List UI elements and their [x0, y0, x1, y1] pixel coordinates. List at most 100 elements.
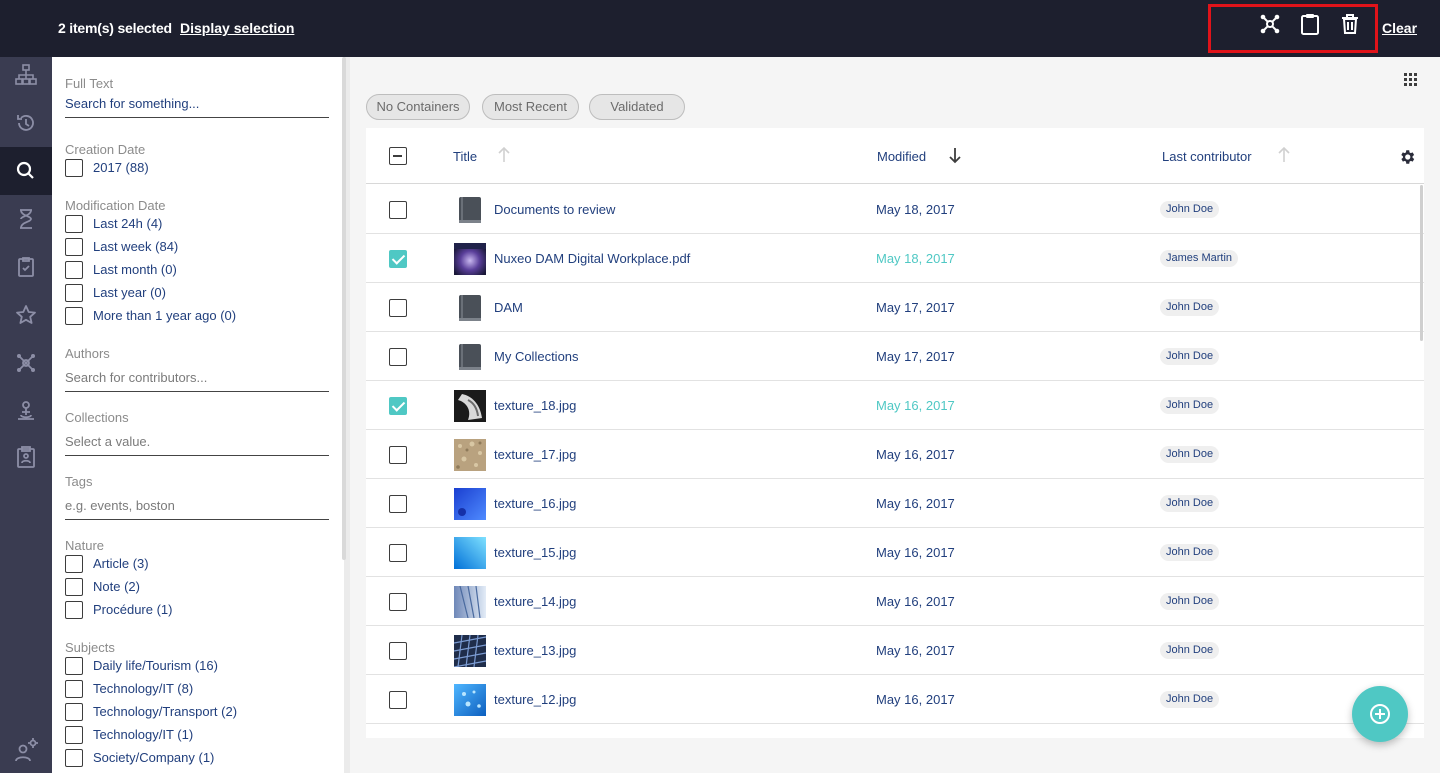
- chip-no-containers[interactable]: No Containers: [366, 94, 470, 120]
- contributor-badge[interactable]: John Doe: [1160, 544, 1220, 561]
- row-checkbox[interactable]: [389, 544, 407, 562]
- administration-icon[interactable]: [14, 737, 38, 762]
- contributor-badge[interactable]: John Doe: [1160, 397, 1220, 414]
- browse-icon[interactable]: [14, 63, 38, 87]
- checkbox[interactable]: [65, 159, 83, 177]
- row-title[interactable]: texture_16.jpg: [494, 496, 576, 511]
- table-row[interactable]: texture_16.jpg May 16, 2017 John Doe: [366, 479, 1424, 528]
- contributor-badge[interactable]: John Doe: [1160, 299, 1220, 316]
- row-checkbox[interactable]: [389, 250, 407, 268]
- row-checkbox[interactable]: [389, 201, 407, 219]
- row-title[interactable]: My Collections: [494, 349, 579, 364]
- checkbox[interactable]: [65, 601, 83, 619]
- checkbox[interactable]: [65, 238, 83, 256]
- select-all-checkbox[interactable]: [389, 147, 407, 165]
- row-modified: May 16, 2017: [876, 496, 955, 511]
- folder-icon: [454, 292, 486, 324]
- row-title[interactable]: Documents to review: [494, 202, 615, 217]
- checkbox[interactable]: [65, 215, 83, 233]
- clipboard-icon[interactable]: [1298, 12, 1322, 36]
- column-last-contributor[interactable]: Last contributor: [1162, 149, 1252, 164]
- sort-up-icon[interactable]: [496, 146, 512, 164]
- search-icon[interactable]: [0, 147, 52, 195]
- full-text-input[interactable]: Search for something...: [65, 92, 329, 118]
- row-modified: May 17, 2017: [876, 300, 955, 315]
- add-to-collection-icon[interactable]: [1258, 12, 1282, 36]
- row-title[interactable]: texture_18.jpg: [494, 398, 576, 413]
- grid-view-icon[interactable]: [1404, 73, 1418, 87]
- row-checkbox[interactable]: [389, 495, 407, 513]
- gear-icon[interactable]: [1398, 148, 1416, 166]
- tags-input[interactable]: e.g. events, boston: [65, 494, 329, 520]
- table-row[interactable]: texture_17.jpg May 16, 2017 John Doe: [366, 430, 1424, 479]
- row-checkbox[interactable]: [389, 691, 407, 709]
- checkbox[interactable]: [65, 657, 83, 675]
- table-scrollbar[interactable]: [1420, 185, 1423, 341]
- row-modified: May 18, 2017: [876, 251, 955, 266]
- checkbox[interactable]: [65, 284, 83, 302]
- expired-icon[interactable]: [14, 207, 38, 231]
- chip-most-recent[interactable]: Most Recent: [482, 94, 579, 120]
- chip-validated[interactable]: Validated: [589, 94, 685, 120]
- table-row[interactable]: My Collections May 17, 2017 John Doe: [366, 332, 1424, 381]
- contributor-badge[interactable]: John Doe: [1160, 593, 1220, 610]
- trash-icon[interactable]: [1338, 12, 1362, 36]
- contributor-badge[interactable]: James Martin: [1160, 250, 1239, 267]
- display-selection-link[interactable]: Display selection: [180, 20, 294, 36]
- selection-toolbar: 2 item(s) selected Display selection Cle…: [0, 0, 1440, 57]
- row-checkbox[interactable]: [389, 299, 407, 317]
- table-row[interactable]: Nuxeo DAM Digital Workplace.pdf May 18, 2…: [366, 234, 1424, 283]
- row-checkbox[interactable]: [389, 446, 407, 464]
- checkbox[interactable]: [65, 703, 83, 721]
- row-checkbox[interactable]: [389, 397, 407, 415]
- contributor-badge[interactable]: John Doe: [1160, 348, 1220, 365]
- row-title[interactable]: DAM: [494, 300, 523, 315]
- row-title[interactable]: Nuxeo DAM Digital Workplace.pdf: [494, 251, 690, 266]
- sort-up-icon[interactable]: [1276, 146, 1292, 164]
- checkbox[interactable]: [65, 578, 83, 596]
- favorites-icon[interactable]: [14, 303, 38, 327]
- checkbox[interactable]: [65, 261, 83, 279]
- clipboard-nav-icon[interactable]: [14, 445, 38, 469]
- table-row[interactable]: texture_13.jpg May 16, 2017 John Doe: [366, 626, 1424, 675]
- sort-down-icon[interactable]: [947, 146, 963, 164]
- authors-input[interactable]: Search for contributors...: [65, 366, 329, 392]
- personal-workspace-icon[interactable]: [14, 399, 38, 423]
- table-row[interactable]: Documents to review May 18, 2017 John Doe: [366, 185, 1424, 234]
- column-modified[interactable]: Modified: [877, 149, 926, 164]
- contributor-badge[interactable]: John Doe: [1160, 642, 1220, 659]
- row-title[interactable]: texture_13.jpg: [494, 643, 576, 658]
- collections-icon[interactable]: [14, 351, 38, 375]
- table-row[interactable]: texture_18.jpg May 16, 2017 John Doe: [366, 381, 1424, 430]
- checkbox[interactable]: [65, 307, 83, 325]
- row-modified: May 16, 2017: [876, 545, 955, 560]
- thumbnail-image: [454, 390, 486, 422]
- collections-select[interactable]: Select a value.: [65, 430, 329, 456]
- folder-icon: [454, 194, 486, 226]
- tasks-icon[interactable]: [14, 255, 38, 279]
- row-checkbox[interactable]: [389, 593, 407, 611]
- checkbox[interactable]: [65, 749, 83, 767]
- row-title[interactable]: texture_14.jpg: [494, 594, 576, 609]
- contributor-badge[interactable]: John Doe: [1160, 495, 1220, 512]
- contributor-badge[interactable]: John Doe: [1160, 201, 1220, 218]
- table-row[interactable]: texture_14.jpg May 16, 2017 John Doe: [366, 577, 1424, 626]
- create-document-button[interactable]: [1352, 686, 1408, 742]
- checkbox[interactable]: [65, 555, 83, 573]
- filters-scrollbar[interactable]: [342, 57, 346, 560]
- contributor-badge[interactable]: John Doe: [1160, 691, 1220, 708]
- checkbox[interactable]: [65, 726, 83, 744]
- table-row[interactable]: texture_15.jpg May 16, 2017 John Doe: [366, 528, 1424, 577]
- clear-selection-link[interactable]: Clear: [1382, 20, 1417, 36]
- history-icon[interactable]: [14, 111, 38, 135]
- row-title[interactable]: texture_15.jpg: [494, 545, 576, 560]
- table-row[interactable]: DAM May 17, 2017 John Doe: [366, 283, 1424, 332]
- column-title[interactable]: Title: [453, 149, 477, 164]
- checkbox[interactable]: [65, 680, 83, 698]
- row-title[interactable]: texture_12.jpg: [494, 692, 576, 707]
- contributor-badge[interactable]: John Doe: [1160, 446, 1220, 463]
- row-checkbox[interactable]: [389, 348, 407, 366]
- table-row[interactable]: texture_12.jpg May 16, 2017 John Doe: [366, 675, 1424, 724]
- row-checkbox[interactable]: [389, 642, 407, 660]
- row-title[interactable]: texture_17.jpg: [494, 447, 576, 462]
